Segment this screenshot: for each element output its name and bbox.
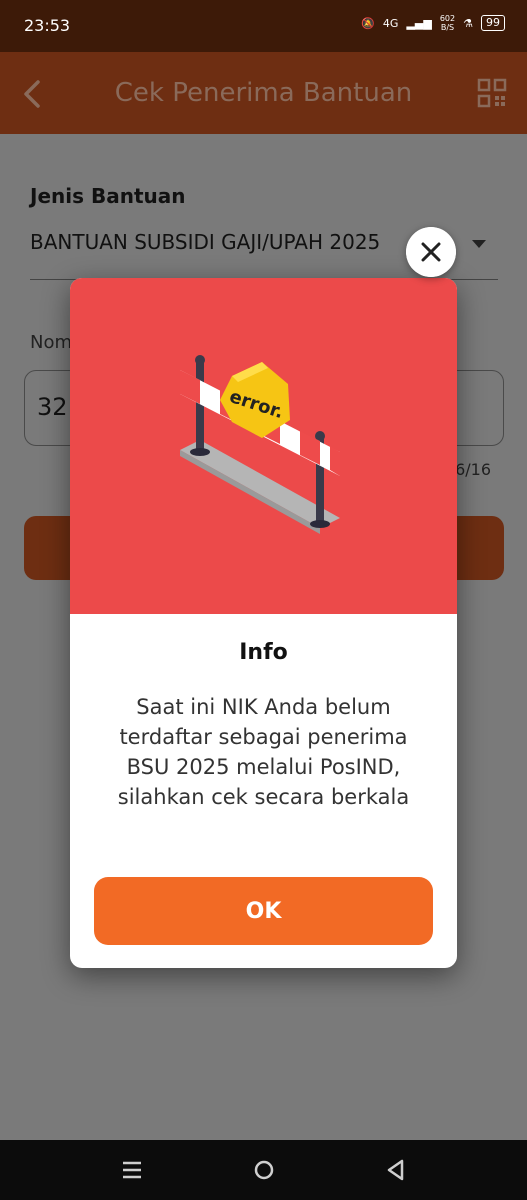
battery-icon: 99 xyxy=(481,15,505,31)
battery-level: 99 xyxy=(486,16,500,29)
recents-icon[interactable] xyxy=(120,1158,144,1182)
mute-icon: 🔕 xyxy=(361,16,375,30)
flask-icon: ⚗ xyxy=(463,16,473,30)
dialog-hero: error. xyxy=(70,278,457,614)
app-bar: Cek Penerima Bantuan xyxy=(0,52,527,134)
status-bar: 23:53 🔕 4G ▂▄▆ 602 B/S ⚗ 99 xyxy=(0,0,527,52)
home-icon[interactable] xyxy=(252,1158,276,1182)
signal-icon: ▂▄▆ xyxy=(406,16,432,30)
dialog-message: Saat ini NIK Anda belum terdaftar sebaga… xyxy=(117,695,410,809)
system-nav-bar xyxy=(0,1140,527,1200)
page-title: Cek Penerima Bantuan xyxy=(114,78,413,108)
status-time: 23:53 xyxy=(24,16,71,35)
ok-button[interactable]: OK xyxy=(94,877,433,945)
error-barrier-illustration: error. xyxy=(180,355,340,534)
status-icons: 🔕 4G ▂▄▆ 602 B/S ⚗ 99 xyxy=(361,14,505,32)
dialog-title: Info xyxy=(239,640,288,665)
network-label: 4G xyxy=(382,16,399,30)
back-nav-icon[interactable] xyxy=(384,1158,408,1182)
info-dialog: error. Info Saat ini NIK Anda belum terd… xyxy=(70,278,457,968)
close-icon[interactable] xyxy=(406,227,456,277)
speed-label: 602 B/S xyxy=(439,14,456,32)
qr-code-icon[interactable] xyxy=(477,78,507,108)
